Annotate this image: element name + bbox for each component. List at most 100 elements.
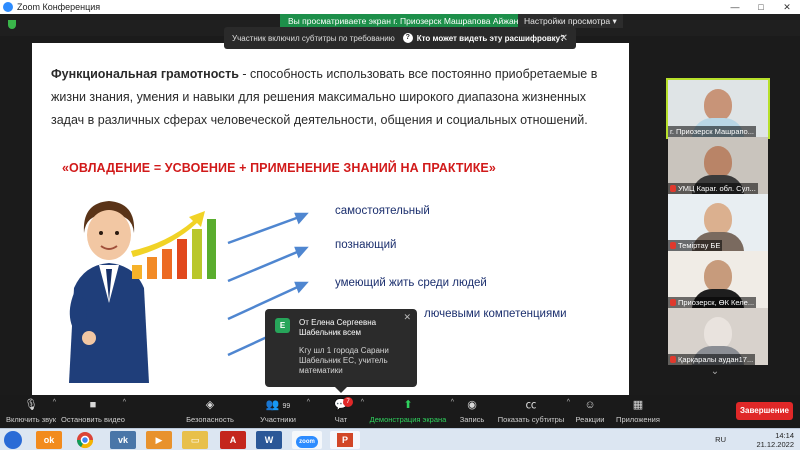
- participant-video: [704, 260, 732, 292]
- media-player-icon[interactable]: ▶: [146, 431, 172, 449]
- popup-tail: [335, 387, 347, 393]
- trait-text: познающий: [335, 239, 397, 251]
- share-label: Демонстрация экрана: [369, 415, 447, 424]
- security-button[interactable]: ◈ Безопасность: [184, 399, 236, 424]
- definition-term: Функциональная грамотность: [51, 67, 239, 81]
- definition-text: Функциональная грамотность - способность…: [51, 63, 621, 132]
- captions-notice-text: Участник включил субтитры по требованию: [232, 33, 395, 43]
- camera-icon: ■: [89, 399, 97, 411]
- participant-video: [704, 89, 732, 121]
- participant-video: [704, 203, 732, 235]
- participant-tile[interactable]: Теміртау БЕ: [668, 194, 768, 251]
- participant-tile[interactable]: Приозерск, ӨК Келе...: [668, 251, 768, 308]
- mic-muted-icon: 🎙: [24, 399, 38, 411]
- captions-options-caret[interactable]: ^: [567, 399, 570, 406]
- language-indicator[interactable]: RU: [715, 435, 726, 444]
- window-controls: — □ ✕: [722, 0, 800, 14]
- reactions-label: Реакции: [575, 415, 605, 424]
- zoom-logo-icon: [3, 2, 13, 12]
- chat-unread-badge: 7: [343, 397, 353, 407]
- participants-icon: 👥 99: [265, 399, 291, 411]
- participant-video: [704, 146, 732, 178]
- participants-button[interactable]: 👥 99 Участники ^: [254, 399, 310, 424]
- chat-options-caret[interactable]: ^: [361, 399, 364, 406]
- zoom-window: Zoom Конференция — □ ✕ Вы просматриваете…: [0, 0, 800, 450]
- chat-sender: От Елена Сергеевна Шабельник всем: [299, 318, 377, 337]
- participant-name: Приозерск, ӨК Келе...: [668, 297, 757, 308]
- captions-notification: Участник включил субтитры по требованию …: [224, 27, 576, 49]
- muted-mic-icon: [670, 242, 676, 249]
- apps-icon: ▦: [632, 399, 644, 411]
- windows-taskbar: ok vk ▶ ▭ A W zoom P RU 14:14 21.12.2022: [0, 428, 800, 450]
- system-tray: RU 14:14 21.12.2022: [715, 431, 794, 449]
- close-captions-notice-button[interactable]: ✕: [560, 33, 568, 44]
- apps-label: Приложения: [616, 415, 660, 424]
- window-title: Zoom Конференция: [17, 2, 101, 12]
- video-label: Остановить видео: [61, 415, 125, 424]
- clock-date: 21.12.2022: [756, 440, 794, 449]
- video-options-caret[interactable]: ^: [123, 399, 126, 406]
- scroll-down-button[interactable]: ⌄: [700, 366, 730, 380]
- reactions-button[interactable]: ☺ Реакции: [572, 399, 608, 424]
- chat-button[interactable]: 💬 7 Чат ^: [324, 397, 364, 424]
- title-bar: Zoom Конференция — □ ✕: [0, 0, 800, 14]
- file-explorer-icon[interactable]: ▭: [182, 431, 208, 449]
- who-can-see-link[interactable]: ? Кто может видеть эту расшифровку?: [402, 33, 566, 43]
- pdf-reader-icon[interactable]: A: [220, 431, 246, 449]
- share-screen-button[interactable]: ⬆ Демонстрация экрана ^: [368, 399, 454, 424]
- apps-button[interactable]: ▦ Приложения: [612, 399, 664, 424]
- participant-name: Теміртау БЕ: [668, 240, 723, 251]
- chat-message: Kгу шл 1 города Сарани Шабельник ЕС, учи…: [299, 346, 389, 375]
- share-screen-icon: ⬆: [403, 399, 413, 411]
- chrome-app-icon[interactable]: [72, 431, 98, 449]
- security-label: Безопасность: [186, 415, 234, 424]
- meeting-toolbar: 🎙 Включить звук ^ ■ Остановить видео ^ ◈…: [0, 395, 800, 428]
- trait-text: умеющий жить среди людей: [335, 277, 487, 289]
- growth-chart-icon: [131, 211, 216, 279]
- chat-label: Чат: [334, 415, 348, 424]
- shield-icon[interactable]: [8, 20, 16, 29]
- trait-text: лючевыми компетенциями: [424, 308, 567, 320]
- participant-name: УМЦ Караг. обл. Сул...: [668, 183, 758, 194]
- video-button[interactable]: ■ Остановить видео ^: [60, 399, 126, 424]
- participant-name: Қарқаралы аудан17...: [668, 354, 756, 365]
- muted-mic-icon: [670, 185, 676, 192]
- record-button[interactable]: ◉ Запись: [452, 399, 492, 424]
- powerpoint-app-icon[interactable]: P: [330, 431, 360, 449]
- participant-tile[interactable]: г. Приозерск Машрапо...: [666, 78, 770, 139]
- participant-video: [704, 317, 732, 349]
- participant-tile[interactable]: УМЦ Караг. обл. Сул...: [668, 137, 768, 194]
- participants-options-caret[interactable]: ^: [307, 399, 310, 406]
- close-chat-popup-button[interactable]: ✕: [403, 312, 411, 323]
- viewing-share-label: Вы просматриваете экран г. Приозерск Маш…: [280, 14, 527, 28]
- participants-label: Участники: [260, 415, 296, 424]
- record-icon: ◉: [467, 399, 477, 411]
- clock-time: 14:14: [775, 431, 794, 440]
- smiley-icon: ☺: [584, 399, 596, 411]
- participants-count: 99: [282, 403, 291, 410]
- start-button-icon[interactable]: [4, 431, 22, 449]
- who-can-see-label: Кто может видеть эту расшифровку?: [416, 33, 566, 43]
- audio-options-caret[interactable]: ^: [53, 399, 56, 406]
- chat-notification[interactable]: E От Елена Сергеевна Шабельник всем Kгу …: [265, 309, 417, 393]
- minimize-button[interactable]: —: [722, 0, 748, 14]
- end-meeting-button[interactable]: Завершение: [736, 402, 793, 420]
- unmute-label: Включить звук: [5, 415, 57, 424]
- maximize-button[interactable]: □: [748, 0, 774, 14]
- muted-mic-icon: [670, 356, 676, 363]
- question-icon: ?: [402, 33, 413, 43]
- muted-mic-icon: [670, 299, 676, 306]
- zoom-app-icon[interactable]: zoom: [292, 431, 322, 449]
- trait-text: самостоятельный: [335, 205, 430, 217]
- close-window-button[interactable]: ✕: [774, 0, 800, 14]
- cc-icon: ㏄: [525, 399, 537, 411]
- motto-text: «ОВЛАДЕНИЕ = УСВОЕНИЕ + ПРИМЕНЕНИЕ ЗНАНИ…: [62, 161, 496, 175]
- unmute-button[interactable]: 🎙 Включить звук ^: [4, 399, 58, 424]
- odnoklassniki-app-icon[interactable]: ok: [36, 431, 62, 449]
- participant-tile[interactable]: Қарқаралы аудан17...: [668, 308, 768, 365]
- show-captions-button[interactable]: ㏄ Показать субтитры ^: [496, 399, 570, 424]
- vk-app-icon[interactable]: vk: [110, 431, 136, 449]
- captions-label: Показать субтитры: [497, 415, 565, 424]
- view-options-button[interactable]: Настройки просмотра ▾: [518, 14, 623, 28]
- word-app-icon[interactable]: W: [256, 431, 282, 449]
